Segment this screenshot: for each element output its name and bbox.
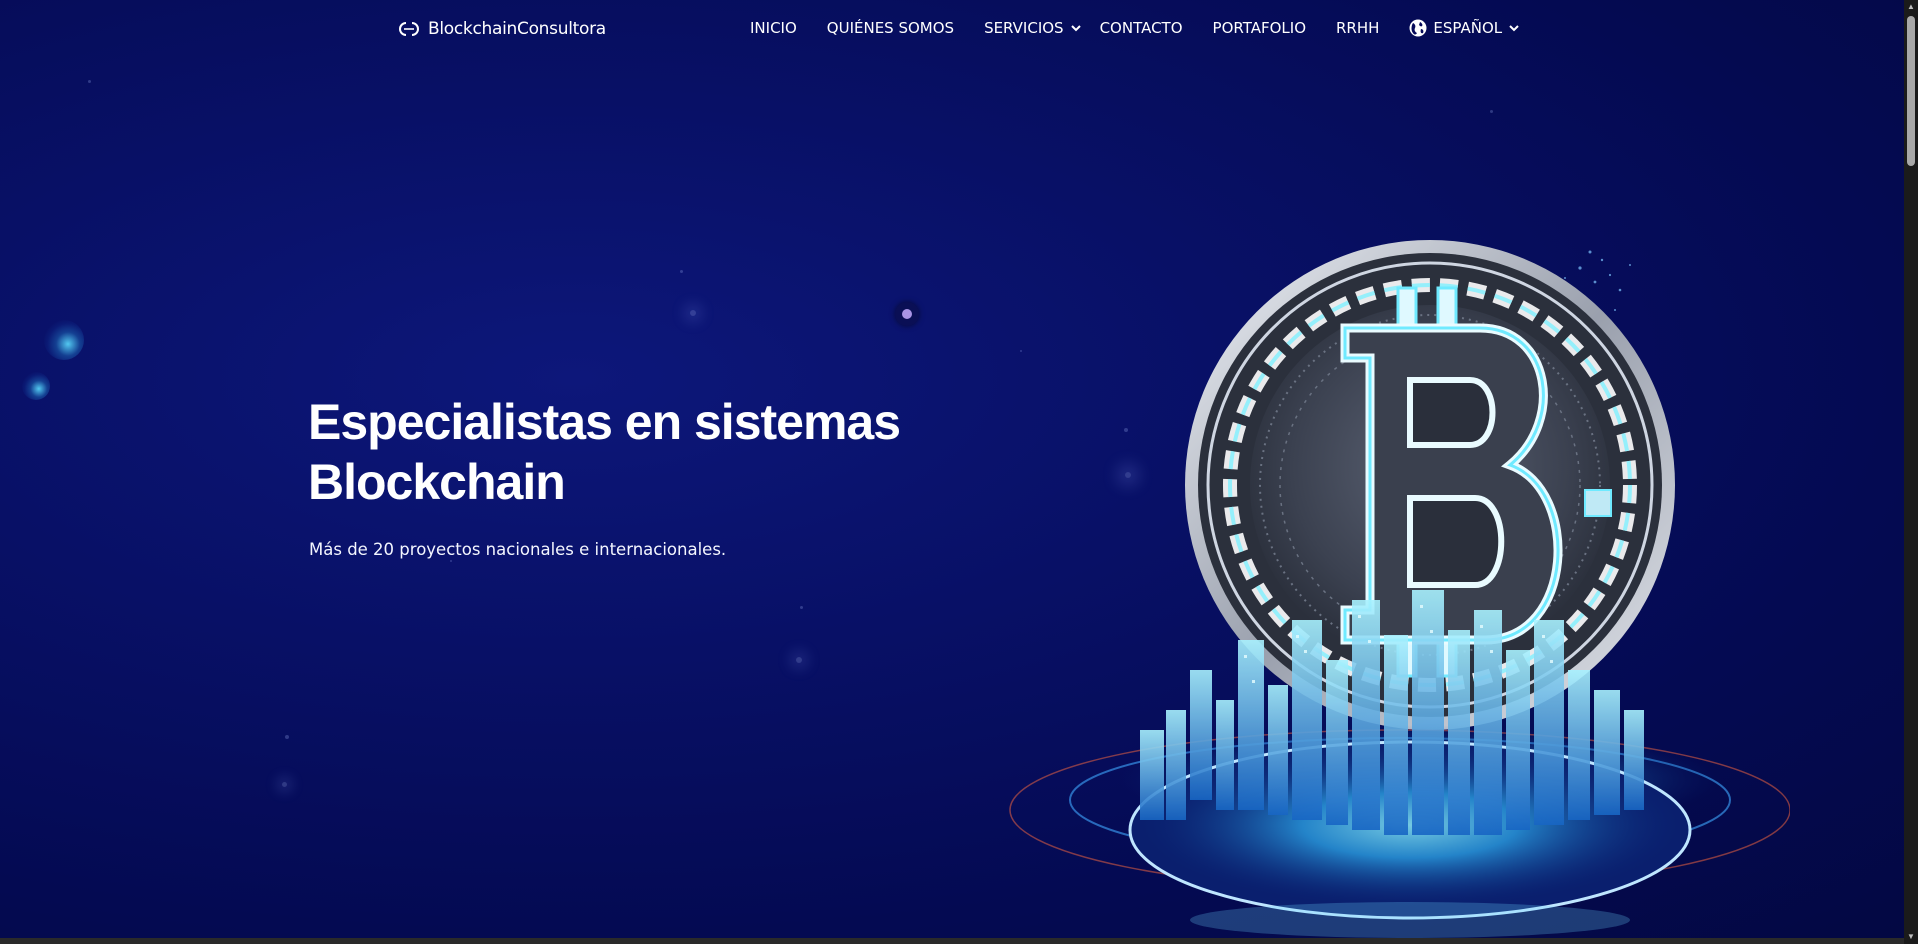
bokeh-star — [680, 270, 683, 273]
cursor-follower-dot — [895, 302, 919, 326]
language-label: ESPAÑOL — [1433, 19, 1503, 37]
bubble-decoration — [22, 372, 50, 400]
scroll-thumb[interactable] — [1907, 16, 1915, 166]
site-header: BlockchainConsultora INICIO QUIÉNES SOMO… — [0, 0, 1918, 58]
bokeh-star — [450, 560, 452, 562]
nav-item-rrhh[interactable]: RRHH — [1336, 19, 1379, 37]
bitcoin-coin-illustration — [1009, 240, 1790, 938]
chevron-down-icon — [1070, 25, 1081, 32]
nav-item-servicios[interactable]: SERVICIOS — [984, 19, 1082, 37]
nav-item-inicio[interactable]: INICIO — [750, 19, 797, 37]
nav-item-label: CONTACTO — [1099, 19, 1183, 37]
bubble-decoration — [44, 320, 84, 360]
brand-logo[interactable]: BlockchainConsultora — [396, 18, 606, 40]
hero-subtitle: Más de 20 proyectos nacionales e interna… — [309, 540, 727, 559]
hero-title-line1: Especialistas en sistemas — [308, 394, 901, 450]
chevron-down-icon — [1509, 25, 1519, 32]
city-platform — [1009, 590, 1790, 938]
nav-item-portafolio[interactable]: PORTAFOLIO — [1213, 19, 1306, 37]
nav-item-label: PORTAFOLIO — [1212, 19, 1306, 37]
vertical-scrollbar[interactable]: ▲ ▼ — [1904, 0, 1918, 944]
horizontal-scrollbar[interactable] — [0, 938, 1904, 944]
nav-item-contacto[interactable]: CONTACTO — [1100, 19, 1183, 37]
hero-title-line2: Blockchain — [308, 454, 566, 510]
nav-item-label: QUIÉNES SOMOS — [826, 19, 955, 37]
bokeh-star — [282, 782, 287, 787]
language-selector[interactable]: ESPAÑOL — [1409, 19, 1520, 37]
bokeh-star — [285, 735, 289, 739]
page: BlockchainConsultora INICIO QUIÉNES SOMO… — [0, 0, 1918, 944]
bokeh-star — [88, 80, 91, 83]
logo-mark-icon — [399, 22, 419, 36]
nav-item-label: RRHH — [1336, 19, 1380, 37]
nav-item-quienes-somos[interactable]: QUIÉNES SOMOS — [827, 19, 954, 37]
scroll-up-arrow-icon[interactable]: ▲ — [1906, 2, 1916, 12]
bokeh-star — [800, 606, 803, 609]
nav-item-label: SERVICIOS — [984, 19, 1064, 37]
bokeh-star — [690, 310, 696, 316]
hero-title: Especialistas en sistemas Blockchain — [308, 392, 928, 512]
nav-item-label: INICIO — [750, 19, 797, 37]
bokeh-star — [796, 657, 802, 663]
globe-icon — [1409, 19, 1427, 37]
bokeh-star — [1490, 110, 1493, 113]
scroll-down-arrow-icon[interactable]: ▼ — [1906, 932, 1916, 942]
main-nav: INICIO QUIÉNES SOMOS SERVICIOS CONTACTO … — [750, 19, 1550, 37]
brand-name: BlockchainConsultora — [428, 19, 606, 39]
